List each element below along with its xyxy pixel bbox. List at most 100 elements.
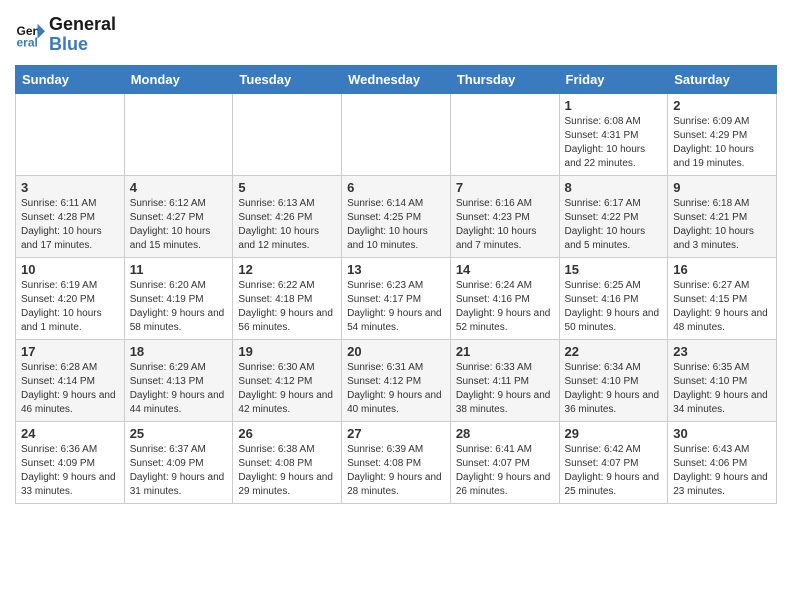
calendar-cell: 25 Sunrise: 6:37 AMSunset: 4:09 PMDayligh… bbox=[124, 421, 233, 503]
calendar-cell: 18 Sunrise: 6:29 AMSunset: 4:13 PMDayligh… bbox=[124, 339, 233, 421]
calendar-cell: 15Sunrise: 6:25 AMSunset: 4:16 PMDayligh… bbox=[559, 257, 668, 339]
weekday-header: Saturday bbox=[668, 65, 777, 93]
calendar-cell bbox=[124, 93, 233, 175]
calendar-cell: 17 Sunrise: 6:28 AMSunset: 4:14 PMDayligh… bbox=[16, 339, 125, 421]
calendar-week-row: 10 Sunrise: 6:19 AMSunset: 4:20 PMDayligh… bbox=[16, 257, 777, 339]
page: Gen eral General Blue SundayMondayTuesda… bbox=[0, 0, 792, 519]
sun-info: Sunrise: 6:16 AMSunset: 4:23 PMDaylight:… bbox=[456, 197, 554, 253]
sun-info: Sunrise: 6:13 AMSunset: 4:26 PMDaylight:… bbox=[238, 197, 336, 253]
weekday-header: Sunday bbox=[16, 65, 125, 93]
day-number: 20 bbox=[347, 344, 445, 359]
calendar-cell: 19 Sunrise: 6:30 AMSunset: 4:12 PMDayligh… bbox=[233, 339, 342, 421]
sun-info: Sunrise: 6:22 AMSunset: 4:18 PMDaylight:… bbox=[238, 279, 336, 335]
calendar-week-row: 3Sunrise: 6:11 AMSunset: 4:28 PMDaylight… bbox=[16, 175, 777, 257]
day-number: 18 bbox=[130, 344, 228, 359]
logo-icon: Gen eral bbox=[15, 20, 45, 50]
weekday-header: Wednesday bbox=[342, 65, 451, 93]
day-number: 13 bbox=[347, 262, 445, 277]
calendar-cell: 5Sunrise: 6:13 AMSunset: 4:26 PMDaylight… bbox=[233, 175, 342, 257]
sun-info: Sunrise: 6:30 AMSunset: 4:12 PMDaylight:… bbox=[238, 361, 336, 417]
day-number: 7 bbox=[456, 180, 554, 195]
sun-info: Sunrise: 6:37 AMSunset: 4:09 PMDaylight:… bbox=[130, 443, 228, 499]
calendar-cell: 29 Sunrise: 6:42 AMSunset: 4:07 PMDayligh… bbox=[559, 421, 668, 503]
calendar-cell bbox=[450, 93, 559, 175]
sun-info: Sunrise: 6:38 AMSunset: 4:08 PMDaylight:… bbox=[238, 443, 336, 499]
sun-info: Sunrise: 6:34 AMSunset: 4:10 PMDaylight:… bbox=[565, 361, 663, 417]
sun-info: Sunrise: 6:42 AMSunset: 4:07 PMDaylight:… bbox=[565, 443, 663, 499]
logo: Gen eral General Blue bbox=[15, 15, 116, 55]
calendar-week-row: 24 Sunrise: 6:36 AMSunset: 4:09 PMDayligh… bbox=[16, 421, 777, 503]
sun-info: Sunrise: 6:41 AMSunset: 4:07 PMDaylight:… bbox=[456, 443, 554, 499]
sun-info: Sunrise: 6:19 AMSunset: 4:20 PMDaylight:… bbox=[21, 279, 119, 335]
day-number: 21 bbox=[456, 344, 554, 359]
sun-info: Sunrise: 6:33 AMSunset: 4:11 PMDaylight:… bbox=[456, 361, 554, 417]
sun-info: Sunrise: 6:14 AMSunset: 4:25 PMDaylight:… bbox=[347, 197, 445, 253]
calendar-cell: 26 Sunrise: 6:38 AMSunset: 4:08 PMDayligh… bbox=[233, 421, 342, 503]
calendar-cell: 10 Sunrise: 6:19 AMSunset: 4:20 PMDayligh… bbox=[16, 257, 125, 339]
calendar-week-row: 1Sunrise: 6:08 AMSunset: 4:31 PMDaylight… bbox=[16, 93, 777, 175]
calendar-cell: 22 Sunrise: 6:34 AMSunset: 4:10 PMDayligh… bbox=[559, 339, 668, 421]
day-number: 27 bbox=[347, 426, 445, 441]
sun-info: Sunrise: 6:12 AMSunset: 4:27 PMDaylight:… bbox=[130, 197, 228, 253]
day-number: 26 bbox=[238, 426, 336, 441]
sun-info: Sunrise: 6:29 AMSunset: 4:13 PMDaylight:… bbox=[130, 361, 228, 417]
day-number: 4 bbox=[130, 180, 228, 195]
day-number: 23 bbox=[673, 344, 771, 359]
calendar-cell: 16Sunrise: 6:27 AMSunset: 4:15 PMDayligh… bbox=[668, 257, 777, 339]
calendar-cell: 3Sunrise: 6:11 AMSunset: 4:28 PMDaylight… bbox=[16, 175, 125, 257]
sun-info: Sunrise: 6:09 AMSunset: 4:29 PMDaylight:… bbox=[673, 115, 771, 171]
day-number: 29 bbox=[565, 426, 663, 441]
day-number: 30 bbox=[673, 426, 771, 441]
day-number: 14 bbox=[456, 262, 554, 277]
calendar-table: SundayMondayTuesdayWednesdayThursdayFrid… bbox=[15, 65, 777, 504]
day-number: 22 bbox=[565, 344, 663, 359]
sun-info: Sunrise: 6:31 AMSunset: 4:12 PMDaylight:… bbox=[347, 361, 445, 417]
calendar-cell bbox=[16, 93, 125, 175]
day-number: 25 bbox=[130, 426, 228, 441]
sun-info: Sunrise: 6:20 AMSunset: 4:19 PMDaylight:… bbox=[130, 279, 228, 335]
calendar-cell bbox=[342, 93, 451, 175]
day-number: 8 bbox=[565, 180, 663, 195]
day-number: 12 bbox=[238, 262, 336, 277]
day-number: 24 bbox=[21, 426, 119, 441]
sun-info: Sunrise: 6:24 AMSunset: 4:16 PMDaylight:… bbox=[456, 279, 554, 335]
sun-info: Sunrise: 6:25 AMSunset: 4:16 PMDaylight:… bbox=[565, 279, 663, 335]
day-number: 6 bbox=[347, 180, 445, 195]
calendar-cell: 9Sunrise: 6:18 AMSunset: 4:21 PMDaylight… bbox=[668, 175, 777, 257]
calendar-cell: 4 Sunrise: 6:12 AMSunset: 4:27 PMDaylight… bbox=[124, 175, 233, 257]
sun-info: Sunrise: 6:39 AMSunset: 4:08 PMDaylight:… bbox=[347, 443, 445, 499]
day-number: 10 bbox=[21, 262, 119, 277]
weekday-header: Thursday bbox=[450, 65, 559, 93]
header: Gen eral General Blue bbox=[15, 15, 777, 55]
calendar-cell bbox=[233, 93, 342, 175]
sun-info: Sunrise: 6:18 AMSunset: 4:21 PMDaylight:… bbox=[673, 197, 771, 253]
weekday-header: Friday bbox=[559, 65, 668, 93]
sun-info: Sunrise: 6:11 AMSunset: 4:28 PMDaylight:… bbox=[21, 197, 119, 253]
calendar-cell: 7 Sunrise: 6:16 AMSunset: 4:23 PMDaylight… bbox=[450, 175, 559, 257]
day-number: 17 bbox=[21, 344, 119, 359]
sun-info: Sunrise: 6:27 AMSunset: 4:15 PMDaylight:… bbox=[673, 279, 771, 335]
calendar-cell: 12 Sunrise: 6:22 AMSunset: 4:18 PMDayligh… bbox=[233, 257, 342, 339]
calendar-cell: 1Sunrise: 6:08 AMSunset: 4:31 PMDaylight… bbox=[559, 93, 668, 175]
calendar-cell: 23 Sunrise: 6:35 AMSunset: 4:10 PMDayligh… bbox=[668, 339, 777, 421]
calendar-cell: 8 Sunrise: 6:17 AMSunset: 4:22 PMDaylight… bbox=[559, 175, 668, 257]
day-number: 11 bbox=[130, 262, 228, 277]
calendar-cell: 21 Sunrise: 6:33 AMSunset: 4:11 PMDayligh… bbox=[450, 339, 559, 421]
sun-info: Sunrise: 6:08 AMSunset: 4:31 PMDaylight:… bbox=[565, 115, 663, 171]
calendar-cell: 14 Sunrise: 6:24 AMSunset: 4:16 PMDayligh… bbox=[450, 257, 559, 339]
weekday-header: Monday bbox=[124, 65, 233, 93]
calendar-cell: 2Sunrise: 6:09 AMSunset: 4:29 PMDaylight… bbox=[668, 93, 777, 175]
sun-info: Sunrise: 6:28 AMSunset: 4:14 PMDaylight:… bbox=[21, 361, 119, 417]
calendar-cell: 6 Sunrise: 6:14 AMSunset: 4:25 PMDaylight… bbox=[342, 175, 451, 257]
calendar-cell: 30Sunrise: 6:43 AMSunset: 4:06 PMDayligh… bbox=[668, 421, 777, 503]
sun-info: Sunrise: 6:36 AMSunset: 4:09 PMDaylight:… bbox=[21, 443, 119, 499]
calendar-cell: 28 Sunrise: 6:41 AMSunset: 4:07 PMDayligh… bbox=[450, 421, 559, 503]
day-number: 19 bbox=[238, 344, 336, 359]
calendar-header-row: SundayMondayTuesdayWednesdayThursdayFrid… bbox=[16, 65, 777, 93]
calendar-cell: 13Sunrise: 6:23 AMSunset: 4:17 PMDayligh… bbox=[342, 257, 451, 339]
day-number: 28 bbox=[456, 426, 554, 441]
sun-info: Sunrise: 6:35 AMSunset: 4:10 PMDaylight:… bbox=[673, 361, 771, 417]
sun-info: Sunrise: 6:17 AMSunset: 4:22 PMDaylight:… bbox=[565, 197, 663, 253]
calendar-week-row: 17 Sunrise: 6:28 AMSunset: 4:14 PMDayligh… bbox=[16, 339, 777, 421]
svg-text:eral: eral bbox=[17, 35, 38, 49]
